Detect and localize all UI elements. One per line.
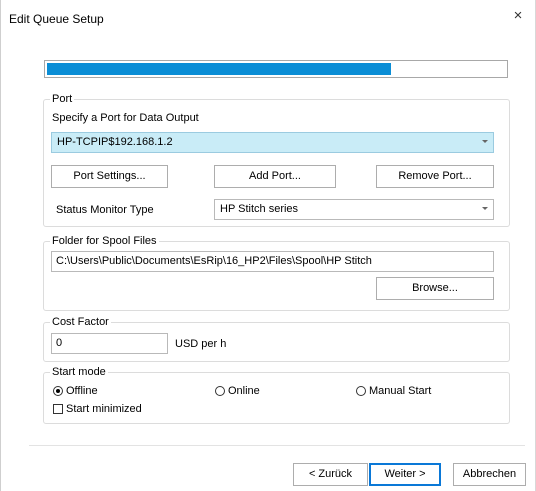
status-monitor-value: HP Stitch series [220, 203, 299, 215]
window-left-border [0, 0, 1, 491]
port-select-value: HP-TCPIP$192.168.1.2 [57, 136, 173, 148]
online-label[interactable]: Online [228, 385, 260, 398]
manual-start-radio[interactable] [356, 386, 366, 396]
cancel-button[interactable]: Abbrechen [453, 463, 526, 486]
spool-path-value: C:\Users\Public\Documents\EsRip\16_HP2\F… [56, 255, 372, 267]
cost-factor-value: 0 [56, 337, 63, 349]
port-select[interactable]: HP-TCPIP$192.168.1.2 [51, 132, 494, 153]
add-port-button[interactable]: Add Port... [214, 165, 336, 188]
spool-path-input[interactable]: C:\Users\Public\Documents\EsRip\16_HP2\F… [51, 251, 494, 272]
cost-factor-legend: Cost Factor [50, 316, 111, 329]
chevron-down-icon [482, 140, 488, 143]
start-mode-group: Start mode [43, 366, 510, 424]
start-minimized-checkbox[interactable] [53, 404, 63, 414]
status-monitor-select[interactable]: HP Stitch series [214, 199, 494, 220]
port-settings-button[interactable]: Port Settings... [51, 165, 168, 188]
remove-port-button[interactable]: Remove Port... [376, 165, 494, 188]
start-mode-legend: Start mode [50, 366, 108, 379]
dialog-title: Edit Queue Setup [9, 12, 104, 26]
port-group-legend: Port [50, 93, 75, 106]
offline-label[interactable]: Offline [66, 385, 98, 398]
chevron-down-icon [482, 207, 488, 210]
footer-separator [29, 445, 525, 446]
start-minimized-label[interactable]: Start minimized [66, 403, 142, 416]
next-button[interactable]: Weiter > [369, 463, 441, 486]
spool-folder-legend: Folder for Spool Files [50, 235, 159, 248]
manual-start-label[interactable]: Manual Start [369, 385, 431, 398]
browse-button[interactable]: Browse... [376, 277, 494, 300]
progress-bar [44, 60, 508, 78]
offline-radio[interactable] [53, 386, 63, 396]
online-radio[interactable] [215, 386, 225, 396]
status-monitor-label: Status Monitor Type [56, 204, 154, 216]
back-button[interactable]: < Zurück [293, 463, 368, 486]
progress-bar-fill [47, 63, 391, 75]
close-icon[interactable]: × [508, 6, 528, 26]
specify-port-label: Specify a Port for Data Output [52, 112, 199, 124]
cost-unit-label: USD per h [175, 338, 227, 350]
edit-queue-setup-dialog: Edit Queue Setup × Port Specify a Port f… [0, 0, 536, 491]
cost-factor-input[interactable]: 0 [51, 333, 168, 354]
